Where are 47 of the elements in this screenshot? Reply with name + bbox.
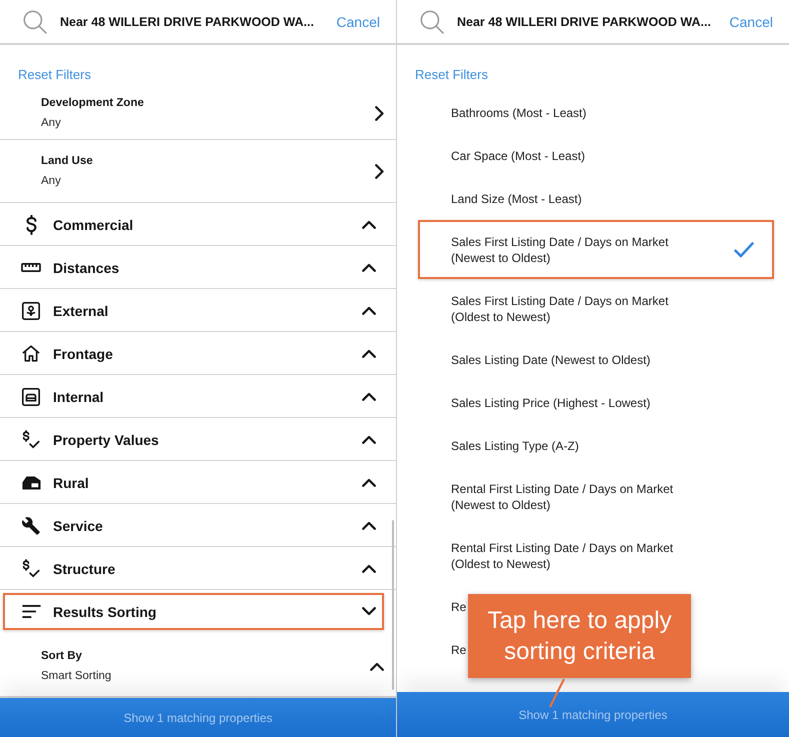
chevron-up-icon[interactable] xyxy=(362,220,376,229)
sort-option[interactable]: Car Space (Most - Least) xyxy=(418,134,774,177)
hint-tooltip: Tap here to apply sorting criteria xyxy=(468,594,691,678)
wrench-icon xyxy=(22,516,40,534)
ruler-icon xyxy=(21,263,41,272)
house-icon xyxy=(22,345,40,362)
sort-option[interactable]: Sales Listing Type (A-Z) xyxy=(418,424,774,467)
chevron-up-icon[interactable] xyxy=(362,306,376,315)
chevron-up-icon[interactable] xyxy=(362,392,376,401)
framed-flower-icon xyxy=(22,302,40,320)
search-field[interactable]: Near 48 WILLERI DRIVE PARKWOOD WA... xyxy=(23,10,326,34)
sort-icon xyxy=(22,605,40,618)
chevron-up-icon[interactable] xyxy=(362,349,376,358)
chevron-right-icon[interactable] xyxy=(375,164,384,178)
chevron-up-icon[interactable] xyxy=(362,521,376,530)
chevron-right-icon[interactable] xyxy=(375,106,384,120)
chevron-down-icon[interactable] xyxy=(362,607,376,616)
sort-option[interactable]: Sales Listing Date (Newest to Oldest) xyxy=(418,338,774,381)
search-field[interactable]: Near 48 WILLERI DRIVE PARKWOOD WA... xyxy=(420,10,720,34)
dollar-check-icon xyxy=(22,559,40,578)
sort-option[interactable]: Land Size (Most - Least) xyxy=(418,177,774,220)
chevron-up-icon[interactable] xyxy=(370,662,384,670)
sort-option[interactable]: Rental First Listing Date / Days on Market (Oldest to Newest) xyxy=(418,526,774,585)
leader-line xyxy=(547,678,567,708)
barn-icon xyxy=(22,476,40,490)
framed-sofa-icon xyxy=(22,388,40,406)
field-label: Land Use xyxy=(41,154,93,169)
chevron-up-icon[interactable] xyxy=(362,564,376,573)
field-label: Development Zone xyxy=(41,96,144,111)
sort-option[interactable]: Sales Listing Price (Highest - Lowest) xyxy=(418,381,774,424)
search-icon xyxy=(23,10,47,34)
chevron-up-icon[interactable] xyxy=(362,478,376,487)
section-header[interactable]: Results Sorting xyxy=(3,593,384,630)
sort-option[interactable]: Bathrooms (Most - Least) xyxy=(418,91,774,134)
sort-option[interactable]: Sales First Listing Date / Days on Market (Newest to Oldest) xyxy=(418,220,774,279)
field-value[interactable]: Any xyxy=(41,173,61,189)
dollar-check-icon xyxy=(22,430,40,449)
field-value[interactable]: Smart Sorting xyxy=(41,668,112,684)
sort-option[interactable]: Rental First Listing Date / Days on Market (Newest to Oldest) xyxy=(418,467,774,526)
check-icon xyxy=(734,242,754,258)
chevron-up-icon[interactable] xyxy=(362,435,376,444)
field-value[interactable]: Any xyxy=(41,115,61,131)
sort-option[interactable]: Sales First Listing Date / Days on Market (Oldest to Newest) xyxy=(418,279,774,338)
field-label: Sort By xyxy=(41,649,82,664)
search-icon xyxy=(420,10,444,34)
chevron-up-icon[interactable] xyxy=(362,263,376,272)
dollar-icon xyxy=(26,214,36,234)
